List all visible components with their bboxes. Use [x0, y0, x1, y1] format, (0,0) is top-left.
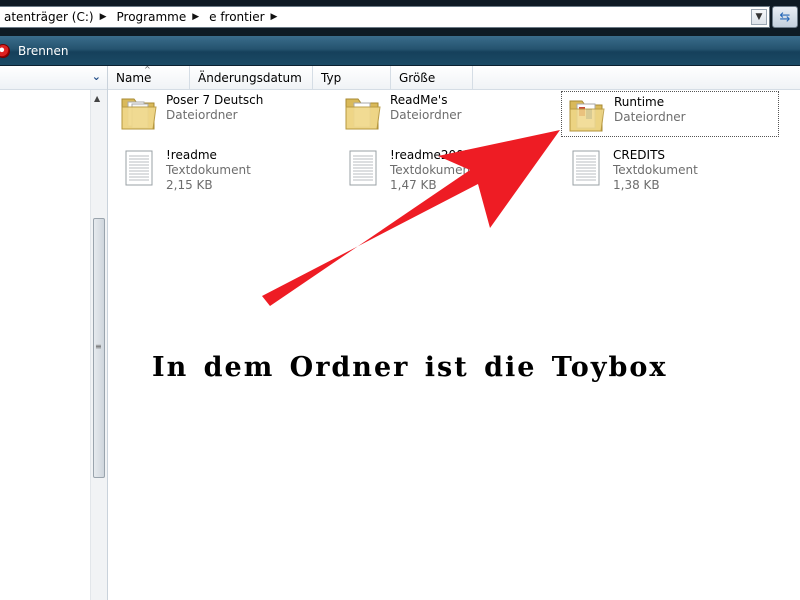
- file-item[interactable]: CREDITS Textdokument 1,38 KB: [561, 145, 779, 192]
- breadcrumb-drive[interactable]: atenträger (C:) ▶: [0, 7, 113, 27]
- folder-item[interactable]: ReadMe's Dateiordner: [338, 90, 556, 136]
- folder-item-selected[interactable]: Runtime Dateiordner: [561, 91, 779, 137]
- sort-ascending-icon: ^: [144, 65, 151, 74]
- text-document-icon: [125, 150, 153, 186]
- item-name: !readme: [166, 148, 217, 162]
- item-size: 2,15 KB: [166, 178, 213, 192]
- breadcrumb-label: e frontier: [209, 10, 265, 24]
- item-type: Textdokument: [390, 163, 475, 177]
- scroll-up-icon[interactable]: ▲: [94, 94, 100, 103]
- folder-icon: [121, 98, 157, 130]
- burn-disc-icon: [0, 43, 10, 58]
- folder-item[interactable]: Poser 7 Deutsch Dateiordner: [114, 90, 332, 136]
- breadcrumb-label: Programme: [116, 10, 187, 24]
- column-label: Änderungsdatum: [198, 71, 302, 85]
- item-name: CREDITS: [613, 148, 666, 162]
- chevron-down-icon[interactable]: ⌄: [92, 70, 101, 83]
- file-pane: ^ Name Änderungsdatum Typ Größe Poser 7 …: [108, 65, 800, 600]
- item-name: !readme2001: [390, 148, 472, 162]
- item-name: Runtime: [614, 95, 665, 109]
- column-header-type[interactable]: Typ: [313, 66, 391, 90]
- navigation-pane: ⌄ ▲ ≡: [0, 66, 108, 600]
- file-item[interactable]: !readme2001 Textdokument 1,47 KB: [338, 145, 556, 192]
- address-dropdown-button[interactable]: ▼: [751, 9, 767, 25]
- address-bar: atenträger (C:) ▶ Programme ▶ e frontier…: [0, 0, 800, 36]
- item-type: Dateiordner: [390, 108, 462, 122]
- grip-icon: ≡: [95, 342, 102, 351]
- explorer-content: ⌄ ▲ ≡ ^ Name Änderungsdatum Typ Größe Po…: [0, 65, 800, 600]
- burn-button[interactable]: Brennen: [0, 39, 74, 63]
- item-size: 1,38 KB: [613, 178, 660, 192]
- item-size: 1,47 KB: [390, 178, 437, 192]
- item-name: Poser 7 Deutsch: [166, 93, 264, 107]
- breadcrumb-programme[interactable]: Programme ▶: [113, 7, 206, 27]
- column-headers: ^ Name Änderungsdatum Typ Größe: [108, 65, 800, 90]
- chevron-right-icon[interactable]: ▶: [100, 12, 113, 22]
- chevron-right-icon[interactable]: ▶: [271, 12, 284, 22]
- column-label: Typ: [321, 71, 342, 85]
- item-type: Dateiordner: [614, 110, 686, 124]
- item-type: Textdokument: [166, 163, 251, 177]
- breadcrumb-e-frontier[interactable]: e frontier ▶: [205, 7, 283, 27]
- annotation-text: In dem Ordner ist die Toybox: [152, 352, 668, 383]
- refresh-icon: ⇆: [779, 9, 791, 25]
- scrollbar-thumb[interactable]: ≡: [93, 218, 105, 478]
- item-type: Dateiordner: [166, 108, 238, 122]
- breadcrumb-label: atenträger (C:): [4, 10, 94, 24]
- refresh-button[interactable]: ⇆: [772, 6, 798, 28]
- item-name: ReadMe's: [390, 93, 448, 107]
- item-type: Textdokument: [613, 163, 698, 177]
- text-document-icon: [572, 150, 600, 186]
- address-field[interactable]: atenträger (C:) ▶ Programme ▶ e frontier…: [0, 6, 770, 28]
- chevron-right-icon[interactable]: ▶: [192, 12, 205, 22]
- file-item[interactable]: !readme Textdokument 2,15 KB: [114, 145, 332, 192]
- navigation-pane-header: ⌄: [0, 66, 107, 90]
- column-header-size[interactable]: Größe: [391, 66, 473, 90]
- navigation-scrollbar[interactable]: ▲ ≡: [90, 90, 107, 600]
- column-label: Größe: [399, 71, 436, 85]
- folder-icon: [345, 98, 381, 130]
- column-header-date[interactable]: Änderungsdatum: [190, 66, 313, 90]
- folder-icon: [569, 100, 605, 132]
- burn-button-label: Brennen: [18, 43, 69, 58]
- toolbar: Brennen: [0, 36, 800, 66]
- text-document-icon: [349, 150, 377, 186]
- column-header-name[interactable]: ^ Name: [108, 65, 190, 90]
